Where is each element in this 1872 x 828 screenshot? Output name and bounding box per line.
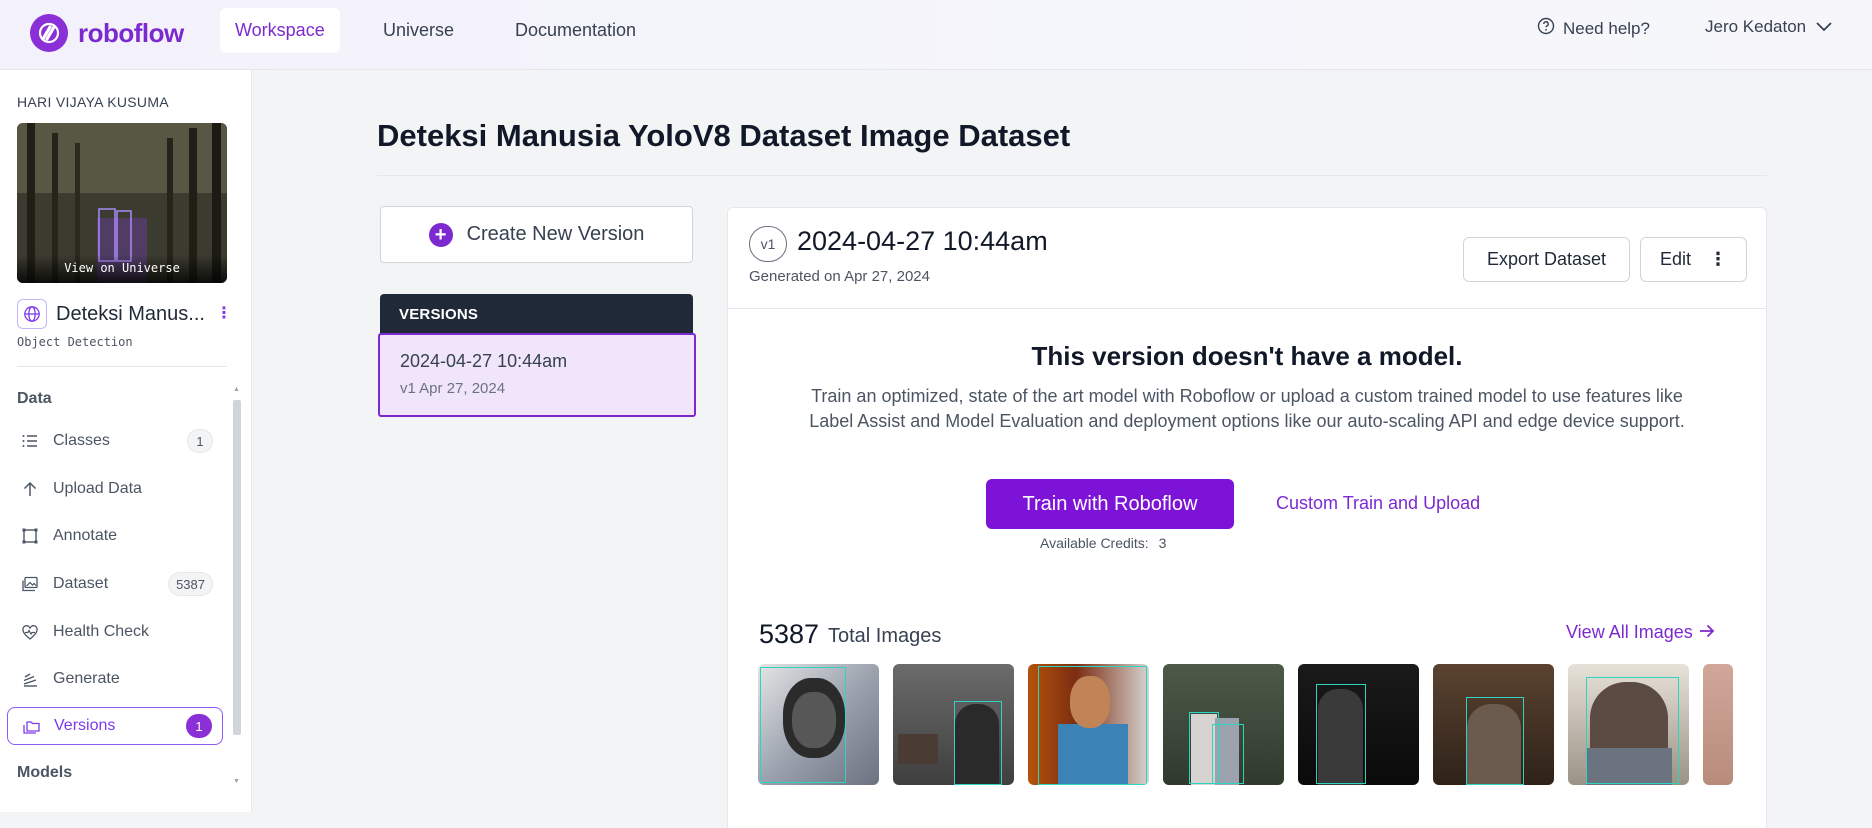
version-date: 2024-04-27 10:44am <box>400 351 568 371</box>
sidebar-item-label: Generate <box>53 670 120 687</box>
scroll-up-arrow-icon[interactable]: ▲ <box>233 386 240 393</box>
chevron-down-icon <box>1816 17 1832 37</box>
export-dataset-label: Export Dataset <box>1486 249 1607 269</box>
globe-icon <box>17 299 47 329</box>
tab-universe[interactable]: Universe <box>368 8 469 53</box>
project-name: Deteksi Manus... <box>56 302 205 325</box>
create-new-version-button[interactable]: + Create New Version <box>380 206 693 263</box>
versions-count-badge: 1 <box>186 714 212 738</box>
kebab-menu-icon: ⋮ <box>1709 249 1728 269</box>
version-title: 2024-04-27 10:44am <box>797 226 1048 256</box>
heart-pulse-icon <box>21 623 39 641</box>
image-thumbnail[interactable] <box>758 664 879 785</box>
generate-icon <box>21 670 39 688</box>
sidebar-item-label: Upload Data <box>53 480 142 497</box>
image-thumbnail[interactable] <box>1028 664 1149 785</box>
title-divider <box>377 175 1767 176</box>
workspace-name[interactable]: HARI VIJAYA KUSUMA <box>17 94 169 110</box>
image-thumbnail-strip <box>758 664 1733 786</box>
total-images-label: Total Images <box>828 625 942 647</box>
project-type: Object Detection <box>17 335 133 349</box>
image-thumbnail[interactable] <box>1298 664 1419 785</box>
view-on-universe-label[interactable]: View on Universe <box>17 255 227 283</box>
scroll-down-arrow-icon[interactable]: ▼ <box>233 778 240 785</box>
list-icon <box>21 432 39 450</box>
sidebar-item-dataset[interactable]: Dataset 5387 <box>7 565 223 603</box>
sidebar-item-label: Versions <box>54 717 116 734</box>
versions-header: VERSIONS <box>380 294 693 334</box>
project-header[interactable]: Deteksi Manus... ⋮ <box>17 299 242 329</box>
image-thumbnail[interactable] <box>1433 664 1554 785</box>
sidebar-item-label: Health Check <box>53 623 150 640</box>
page-title: Deteksi Manusia YoloV8 Dataset Image Dat… <box>377 118 1071 153</box>
tab-documentation[interactable]: Documentation <box>500 8 651 53</box>
sidebar-item-generate[interactable]: Generate <box>7 660 223 698</box>
available-credits: Available Credits: 3 <box>1040 535 1166 551</box>
images-icon <box>21 575 39 593</box>
sidebar-item-label: Dataset <box>53 575 109 592</box>
arrow-right-icon <box>1699 622 1715 643</box>
sidebar-footer <box>0 812 252 828</box>
classes-count-badge: 1 <box>187 429 213 453</box>
export-dataset-button[interactable]: Export Dataset <box>1463 237 1630 282</box>
view-all-images-link[interactable]: View All Images <box>1566 622 1715 643</box>
no-model-heading: This version doesn't have a model. <box>1031 341 1463 371</box>
create-version-label: Create New Version <box>466 223 645 245</box>
version-pill: v1 <box>749 226 787 262</box>
sidebar-item-classes[interactable]: Classes 1 <box>7 422 223 460</box>
arrow-up-icon <box>21 480 39 498</box>
no-model-description: Train an optimized, state of the art mod… <box>809 386 1685 431</box>
help-link[interactable]: Need help? <box>1537 17 1650 40</box>
credits-value: 3 <box>1158 535 1167 551</box>
image-thumbnail[interactable] <box>1163 664 1284 785</box>
credits-label: Available Credits: <box>1040 535 1149 551</box>
annotate-icon <box>21 527 39 545</box>
version-list-item[interactable]: 2024-04-27 10:44am v1 Apr 27, 2024 <box>378 333 696 417</box>
sidebar-item-health-check[interactable]: Health Check <box>7 613 223 651</box>
help-label: Need help? <box>1563 18 1650 38</box>
image-thumbnail[interactable] <box>893 664 1014 785</box>
top-navbar: roboflow Workspace Universe Documentatio… <box>0 0 1872 70</box>
section-models: Models <box>17 764 73 781</box>
roboflow-logo[interactable]: roboflow <box>30 14 184 52</box>
custom-train-upload-link[interactable]: Custom Train and Upload <box>1276 493 1480 514</box>
sidebar-item-label: Classes <box>53 432 110 449</box>
version-detail-panel: v1 2024-04-27 10:44am Generated on Apr 2… <box>727 207 1767 828</box>
user-name: Jero Kedaton <box>1705 17 1807 36</box>
user-menu[interactable]: Jero Kedaton <box>1705 17 1832 37</box>
view-all-label: View All Images <box>1566 622 1693 642</box>
edit-button[interactable]: Edit ⋮ <box>1640 237 1747 282</box>
folders-icon <box>22 717 40 735</box>
image-thumbnail[interactable] <box>1703 664 1733 785</box>
question-circle-icon <box>1537 17 1555 40</box>
total-images-count: 5387 <box>759 619 820 649</box>
sidebar-item-upload-data[interactable]: Upload Data <box>7 470 223 508</box>
panel-divider <box>728 308 1766 309</box>
dataset-count-badge: 5387 <box>168 572 213 596</box>
sidebar: HARI VIJAYA KUSUMA View on Universe Dete… <box>0 70 252 828</box>
section-data: Data <box>17 390 52 407</box>
version-meta: v1 Apr 27, 2024 <box>400 380 506 397</box>
tab-workspace[interactable]: Workspace <box>220 8 340 53</box>
sidebar-item-annotate[interactable]: Annotate <box>7 517 223 555</box>
edit-label: Edit <box>1659 249 1692 269</box>
kebab-menu-icon[interactable]: ⋮ <box>216 303 232 323</box>
sidebar-item-label: Annotate <box>53 527 118 544</box>
roboflow-logo-icon <box>30 14 68 52</box>
image-thumbnail[interactable] <box>1568 664 1689 785</box>
train-with-roboflow-button[interactable]: Train with Roboflow <box>986 479 1234 529</box>
sidebar-scrollbar[interactable] <box>233 400 241 735</box>
sidebar-divider <box>17 366 227 367</box>
sidebar-item-versions[interactable]: Versions 1 <box>7 707 223 745</box>
logo-text: roboflow <box>78 17 184 48</box>
generated-date: Generated on Apr 27, 2024 <box>749 268 930 285</box>
plus-circle-icon: + <box>428 222 453 247</box>
project-thumbnail[interactable]: View on Universe <box>17 123 227 283</box>
